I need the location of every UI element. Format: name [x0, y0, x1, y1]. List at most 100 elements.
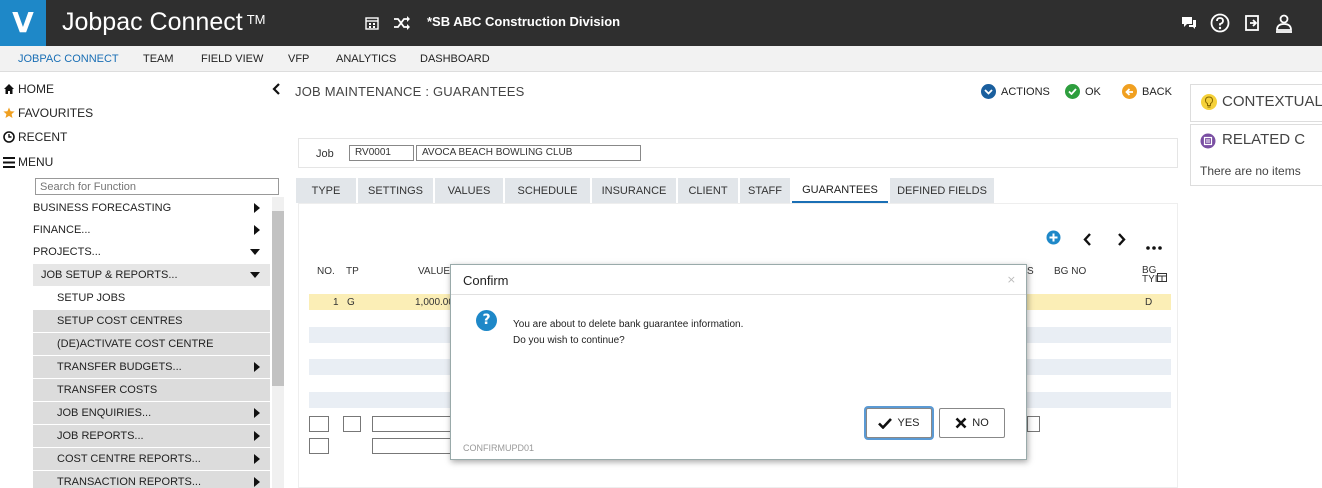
nav-analytics[interactable]: ANALYTICS: [336, 53, 396, 65]
tab-schedule[interactable]: SCHEDULE: [505, 178, 590, 203]
menu-item-setup-cost-centres[interactable]: SETUP COST CENTRES: [33, 310, 270, 332]
page-title: JOB MAINTENANCE : GUARANTEES: [295, 84, 525, 99]
dialog-code: CONFIRMUPD01: [463, 443, 535, 453]
star-icon: [2, 106, 16, 120]
question-icon: ?: [476, 310, 497, 331]
menu-item-job-reports[interactable]: JOB REPORTS...: [33, 425, 270, 447]
logout-icon[interactable]: [1242, 12, 1264, 34]
nav-vfp[interactable]: VFP: [288, 53, 309, 65]
sidebar-recent-label: RECENT: [18, 130, 68, 144]
col-header-value[interactable]: VALUE: [418, 266, 450, 277]
menu-item-cost-centre-reports[interactable]: COST CENTRE REPORTS...: [33, 448, 270, 470]
add-icon[interactable]: [1046, 230, 1061, 249]
tab-client[interactable]: CLIENT: [678, 178, 738, 203]
menu-item-setup-jobs[interactable]: SETUP JOBS: [33, 287, 270, 309]
menu-item-business-forecasting[interactable]: BUSINESS FORECASTING: [0, 197, 270, 219]
nav-field-view[interactable]: FIELD VIEW: [201, 53, 263, 65]
menu-item-label: TRANSFER COSTS: [57, 384, 158, 396]
job-code-field[interactable]: RV0001: [349, 145, 414, 161]
col-header-s[interactable]: S: [1027, 266, 1034, 277]
nav-team[interactable]: TEAM: [143, 53, 174, 65]
shuffle-icon[interactable]: [391, 12, 413, 34]
related-empty-text: There are no items: [1200, 164, 1301, 178]
dialog-divider: [451, 294, 1026, 295]
sidebar-recent[interactable]: RECENT: [2, 130, 67, 144]
new-row-value-input[interactable]: [372, 416, 452, 432]
caret-right-icon: [254, 225, 260, 235]
menu-item-label: SETUP JOBS: [57, 292, 126, 304]
tab-type[interactable]: TYPE: [296, 178, 356, 203]
sidebar-menu[interactable]: MENU: [2, 155, 53, 169]
caret-right-icon: [254, 477, 260, 487]
caret-right-icon: [254, 431, 260, 441]
chevron-left-icon[interactable]: [1083, 232, 1092, 250]
back-arrow-icon: [1122, 84, 1137, 99]
calendar-icon[interactable]: [361, 12, 383, 34]
no-button[interactable]: NO: [939, 408, 1005, 438]
tab-values[interactable]: VALUES: [435, 178, 503, 203]
yes-button[interactable]: YES: [866, 408, 932, 438]
sidebar-favourites-label: FAVOURITES: [18, 106, 94, 120]
yes-label: YES: [897, 417, 920, 429]
new-row-no-input-2[interactable]: [309, 438, 329, 454]
menu-item-transfer-budgets[interactable]: TRANSFER BUDGETS...: [33, 356, 270, 378]
chevron-right-icon[interactable]: [1117, 232, 1126, 250]
sidebar-home[interactable]: HOME: [2, 82, 54, 96]
sidebar-favourites[interactable]: FAVOURITES: [2, 106, 93, 120]
menu-item-finance[interactable]: FINANCE...: [0, 219, 270, 241]
menu-item-transaction-reports[interactable]: TRANSACTION REPORTS...: [33, 471, 270, 488]
menu-item-label: FINANCE...: [33, 224, 91, 236]
col-header-no[interactable]: NO.: [317, 266, 335, 277]
col-header-bg-type[interactable]: BG TYI: [1142, 266, 1158, 285]
new-row-value-input-2[interactable]: [372, 438, 452, 454]
cell-bg-type: D: [1145, 297, 1153, 308]
chat-icon[interactable]: [1178, 12, 1200, 34]
close-icon[interactable]: ×: [1007, 273, 1016, 286]
help-icon[interactable]: [1209, 12, 1231, 34]
main-nav: JOBPAC CONNECT TEAM FIELD VIEW VFP ANALY…: [0, 46, 1322, 72]
new-row-s-input[interactable]: [1027, 416, 1040, 432]
col-header-tp[interactable]: TP: [346, 266, 359, 277]
new-row-no-input[interactable]: [309, 416, 329, 432]
menu-scrollbar-thumb[interactable]: [272, 211, 284, 386]
nav-dashboard[interactable]: DASHBOARD: [420, 53, 490, 65]
actions-button[interactable]: ACTIONS: [981, 84, 1050, 99]
tab-guarantees[interactable]: GUARANTEES: [792, 178, 888, 203]
app-logo[interactable]: V: [0, 0, 46, 46]
tab-insurance[interactable]: INSURANCE: [592, 178, 676, 203]
clock-icon: [2, 130, 16, 144]
tab-settings[interactable]: SETTINGS: [358, 178, 433, 203]
menu-item-transfer-costs[interactable]: TRANSFER COSTS: [33, 379, 270, 401]
caret-right-icon: [254, 454, 260, 464]
caret-down-icon: [250, 249, 260, 255]
new-row-tp-input[interactable]: [343, 416, 361, 432]
menu-item-label: PROJECTS...: [33, 246, 101, 258]
menu-item-job-enquiries[interactable]: JOB ENQUIRIES...: [33, 402, 270, 424]
menu-item-deactivate-cost-centre[interactable]: (DE)ACTIVATE COST CENTRE: [33, 333, 270, 355]
user-icon[interactable]: [1273, 12, 1295, 34]
column-chooser-icon[interactable]: [1157, 272, 1167, 285]
related-icon: [1200, 133, 1216, 152]
menu-item-job-setup-reports[interactable]: JOB SETUP & REPORTS...: [33, 264, 270, 286]
confirm-dialog: Confirm × ? You are about to delete bank…: [450, 264, 1027, 460]
back-button[interactable]: BACK: [1122, 84, 1172, 99]
home-icon: [2, 82, 16, 96]
ok-button[interactable]: OK: [1065, 84, 1101, 99]
menu-item-projects[interactable]: PROJECTS...: [0, 241, 270, 263]
chevron-down-icon: [981, 84, 996, 99]
more-options-icon[interactable]: [1146, 236, 1162, 254]
col-header-bg-no[interactable]: BG NO: [1054, 266, 1086, 277]
menu-item-label: JOB ENQUIRIES...: [57, 407, 152, 419]
nav-jobpac-connect[interactable]: JOBPAC CONNECT: [18, 53, 119, 65]
trademark: TM: [246, 12, 266, 27]
cell-tp: G: [347, 297, 355, 308]
collapse-sidebar-icon[interactable]: [272, 83, 281, 98]
no-label: NO: [972, 417, 989, 429]
lightbulb-icon: [1200, 93, 1218, 114]
menu-scrollbar[interactable]: [272, 197, 284, 488]
tab-staff[interactable]: STAFF: [740, 178, 790, 203]
division-name[interactable]: *SB ABC Construction Division: [427, 14, 620, 29]
job-name-field[interactable]: AVOCA BEACH BOWLING CLUB: [416, 145, 641, 161]
function-search-input[interactable]: [35, 178, 279, 195]
tab-defined-fields[interactable]: DEFINED FIELDS: [890, 178, 994, 203]
